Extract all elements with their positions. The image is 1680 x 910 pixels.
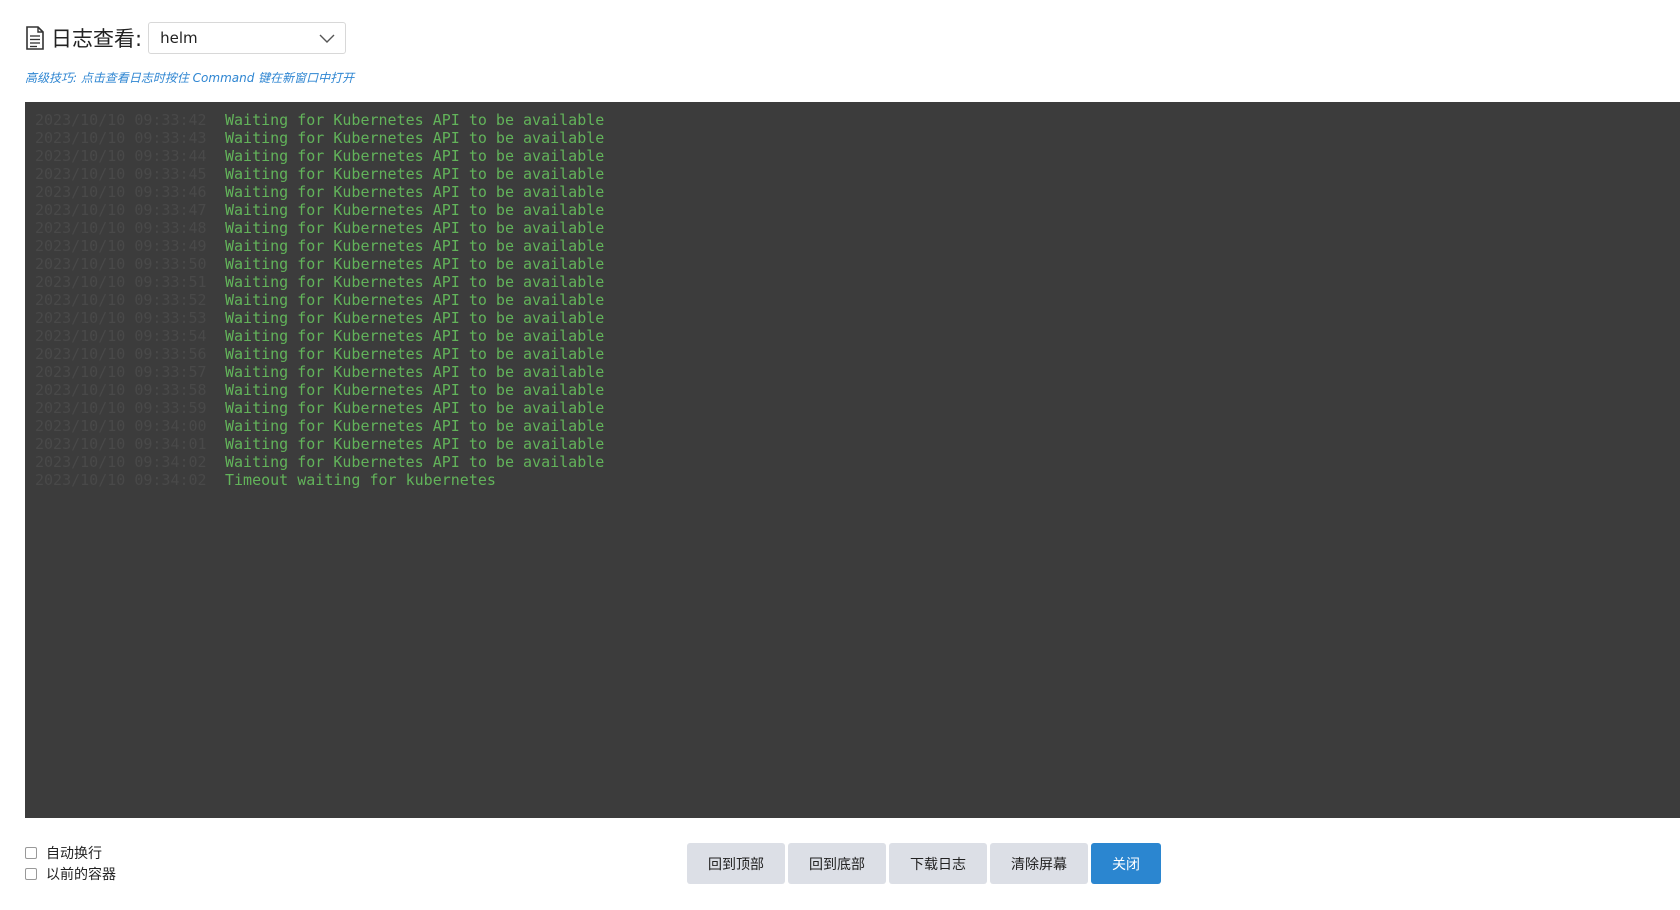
auto-wrap-option[interactable]: 自动换行 bbox=[25, 842, 116, 863]
log-line: 2023/10/10 09:33:48 Waiting for Kubernete… bbox=[35, 219, 1680, 237]
log-timestamp: 2023/10/10 09:33:45 bbox=[35, 165, 207, 183]
log-viewer-header: 日志查看: helm bbox=[25, 21, 347, 55]
log-line: 2023/10/10 09:34:00 Waiting for Kubernete… bbox=[35, 417, 1680, 435]
log-timestamp: 2023/10/10 09:33:42 bbox=[35, 111, 207, 129]
document-icon bbox=[25, 26, 45, 50]
log-message: Waiting for Kubernetes API to be availab… bbox=[225, 237, 605, 255]
log-timestamp: 2023/10/10 09:34:00 bbox=[35, 417, 207, 435]
log-message: Waiting for Kubernetes API to be availab… bbox=[225, 165, 605, 183]
log-line: 2023/10/10 09:33:47 Waiting for Kubernete… bbox=[35, 201, 1680, 219]
log-line: 2023/10/10 09:33:53 Waiting for Kubernete… bbox=[35, 309, 1680, 327]
log-line: 2023/10/10 09:33:44 Waiting for Kubernete… bbox=[35, 147, 1680, 165]
log-message: Waiting for Kubernetes API to be availab… bbox=[225, 363, 605, 381]
log-timestamp: 2023/10/10 09:33:46 bbox=[35, 183, 207, 201]
log-options: 自动换行 以前的容器 bbox=[25, 842, 116, 884]
clear-screen-button[interactable]: 清除屏幕 bbox=[990, 843, 1088, 884]
close-button[interactable]: 关闭 bbox=[1091, 843, 1161, 884]
download-log-button[interactable]: 下载日志 bbox=[889, 843, 987, 884]
auto-wrap-label: 自动换行 bbox=[46, 845, 102, 862]
log-line: 2023/10/10 09:34:02 Timeout waiting for k… bbox=[35, 471, 1680, 489]
log-message: Waiting for Kubernetes API to be availab… bbox=[225, 417, 605, 435]
log-line: 2023/10/10 09:33:57 Waiting for Kubernete… bbox=[35, 363, 1680, 381]
log-timestamp: 2023/10/10 09:33:47 bbox=[35, 201, 207, 219]
log-line: 2023/10/10 09:33:45 Waiting for Kubernete… bbox=[35, 165, 1680, 183]
scroll-bottom-button[interactable]: 回到底部 bbox=[788, 843, 886, 884]
log-message: Waiting for Kubernetes API to be availab… bbox=[225, 327, 605, 345]
log-line: 2023/10/10 09:33:43 Waiting for Kubernete… bbox=[35, 129, 1680, 147]
log-line: 2023/10/10 09:33:56 Waiting for Kubernete… bbox=[35, 345, 1680, 363]
log-message: Waiting for Kubernetes API to be availab… bbox=[225, 129, 605, 147]
log-line: 2023/10/10 09:33:49 Waiting for Kubernete… bbox=[35, 237, 1680, 255]
log-message: Waiting for Kubernetes API to be availab… bbox=[225, 201, 605, 219]
scroll-top-button[interactable]: 回到顶部 bbox=[687, 843, 785, 884]
log-message: Waiting for Kubernetes API to be availab… bbox=[225, 345, 605, 363]
log-line: 2023/10/10 09:33:52 Waiting for Kubernete… bbox=[35, 291, 1680, 309]
log-timestamp: 2023/10/10 09:33:43 bbox=[35, 129, 207, 147]
log-output-panel[interactable]: 2023/10/10 09:33:42 Waiting for Kubernete… bbox=[25, 102, 1680, 818]
log-message: Waiting for Kubernetes API to be availab… bbox=[225, 453, 605, 471]
previous-container-checkbox[interactable] bbox=[25, 867, 37, 880]
log-message: Waiting for Kubernetes API to be availab… bbox=[225, 291, 605, 309]
log-message: Waiting for Kubernetes API to be availab… bbox=[225, 435, 605, 453]
log-timestamp: 2023/10/10 09:33:52 bbox=[35, 291, 207, 309]
chevron-down-icon bbox=[319, 31, 335, 45]
previous-container-option[interactable]: 以前的容器 bbox=[25, 863, 116, 884]
log-message: Waiting for Kubernetes API to be availab… bbox=[225, 219, 605, 237]
log-message: Waiting for Kubernetes API to be availab… bbox=[225, 183, 605, 201]
log-timestamp: 2023/10/10 09:33:53 bbox=[35, 309, 207, 327]
log-line: 2023/10/10 09:33:51 Waiting for Kubernete… bbox=[35, 273, 1680, 291]
log-message: Waiting for Kubernetes API to be availab… bbox=[225, 147, 605, 165]
log-timestamp: 2023/10/10 09:33:54 bbox=[35, 327, 207, 345]
log-message: Waiting for Kubernetes API to be availab… bbox=[225, 273, 605, 291]
log-timestamp: 2023/10/10 09:33:51 bbox=[35, 273, 207, 291]
log-message: Waiting for Kubernetes API to be availab… bbox=[225, 255, 605, 273]
log-line: 2023/10/10 09:33:54 Waiting for Kubernete… bbox=[35, 327, 1680, 345]
log-timestamp: 2023/10/10 09:33:44 bbox=[35, 147, 207, 165]
log-line: 2023/10/10 09:34:02 Waiting for Kubernete… bbox=[35, 453, 1680, 471]
log-timestamp: 2023/10/10 09:33:48 bbox=[35, 219, 207, 237]
log-timestamp: 2023/10/10 09:34:02 bbox=[35, 453, 207, 471]
container-select[interactable]: helm bbox=[148, 22, 347, 54]
log-timestamp: 2023/10/10 09:33:56 bbox=[35, 345, 207, 363]
log-timestamp: 2023/10/10 09:33:59 bbox=[35, 399, 207, 417]
log-line: 2023/10/10 09:33:46 Waiting for Kubernete… bbox=[35, 183, 1680, 201]
log-message: Timeout waiting for kubernetes bbox=[225, 471, 496, 489]
container-select-value: helm bbox=[160, 29, 198, 47]
log-line: 2023/10/10 09:33:42 Waiting for Kubernete… bbox=[35, 111, 1680, 129]
log-line: 2023/10/10 09:33:50 Waiting for Kubernete… bbox=[35, 255, 1680, 273]
log-line: 2023/10/10 09:33:59 Waiting for Kubernete… bbox=[35, 399, 1680, 417]
log-line: 2023/10/10 09:33:58 Waiting for Kubernete… bbox=[35, 381, 1680, 399]
page-title: 日志查看: bbox=[51, 27, 143, 51]
log-timestamp: 2023/10/10 09:33:50 bbox=[35, 255, 207, 273]
log-message: Waiting for Kubernetes API to be availab… bbox=[225, 381, 605, 399]
log-message: Waiting for Kubernetes API to be availab… bbox=[225, 399, 605, 417]
log-timestamp: 2023/10/10 09:34:02 bbox=[35, 471, 207, 489]
log-line: 2023/10/10 09:34:01 Waiting for Kubernete… bbox=[35, 435, 1680, 453]
log-timestamp: 2023/10/10 09:33:57 bbox=[35, 363, 207, 381]
log-timestamp: 2023/10/10 09:33:58 bbox=[35, 381, 207, 399]
log-timestamp: 2023/10/10 09:34:01 bbox=[35, 435, 207, 453]
previous-container-label: 以前的容器 bbox=[46, 866, 116, 883]
action-buttons: 回到顶部 回到底部 下载日志 清除屏幕 关闭 bbox=[687, 843, 1164, 884]
auto-wrap-checkbox[interactable] bbox=[25, 846, 37, 859]
log-message: Waiting for Kubernetes API to be availab… bbox=[225, 111, 605, 129]
log-timestamp: 2023/10/10 09:33:49 bbox=[35, 237, 207, 255]
log-message: Waiting for Kubernetes API to be availab… bbox=[225, 309, 605, 327]
tip-text: 高级技巧: 点击查看日志时按住 Command 键在新窗口中打开 bbox=[25, 71, 355, 85]
